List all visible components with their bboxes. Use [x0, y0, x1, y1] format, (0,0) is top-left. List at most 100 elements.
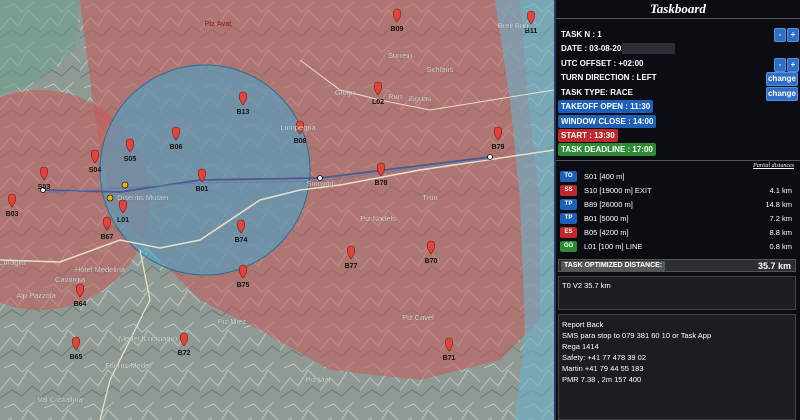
waypoint-label: S03 [38, 184, 51, 191]
divider [556, 160, 800, 161]
turn-direction: TURN DIRECTION : LEFT [561, 73, 657, 82]
turnpoint-row[interactable]: TP B89 [26000 m] 14.8 km [558, 198, 796, 211]
turnpoint-name: L01 [100 m] LINE [584, 242, 643, 251]
place-label: Val Cristallina [37, 395, 83, 404]
waypoint-label: B74 [235, 237, 248, 244]
takeoff-open-badge[interactable]: TAKEOFF OPEN : 11:30 [558, 100, 654, 113]
turnpoint-row[interactable]: TP B01 [5000 m] 7.2 km [558, 212, 796, 225]
turnpoint-name: S01 [400 m] [584, 172, 625, 181]
turnpoint-distance: 7.2 km [769, 214, 792, 223]
taskboard-panel: Taskboard TASK N : 1 - + DATE : 03-08-20… [554, 0, 800, 420]
turnpoint-row[interactable]: TO S01 [400 m] [558, 170, 796, 183]
place-label: Schlans [427, 65, 454, 74]
waypoint-label: S05 [124, 156, 137, 163]
task-number-increment-button[interactable]: + [787, 28, 799, 42]
waypoint-label: B64 [74, 301, 87, 308]
turnpoint-type-badge: GO [560, 241, 577, 252]
partial-distances-header: Partial distances [753, 163, 794, 169]
place-label: Medel (Lucmagn) [119, 334, 178, 343]
goal-line-marker[interactable] [106, 194, 114, 202]
task-type: TASK TYPE: RACE [561, 88, 633, 97]
place-label: Trun [422, 193, 437, 202]
turnpoint-row[interactable]: SS S10 [19000 m] EXIT 4.1 km [558, 184, 796, 197]
place-label: Sumvitg [306, 179, 333, 188]
waypoint-label: B77 [345, 263, 358, 270]
waypoint-label: B06 [170, 144, 183, 151]
optimized-distance-value: 35.7 km [757, 261, 791, 271]
turnpoint-type-badge: ES [560, 227, 577, 238]
optimized-distance-bar: TASK OPTIMIZED DISTANCE: 35.7 km [558, 259, 796, 272]
task-type-change-button[interactable]: change [766, 87, 798, 101]
turnpoint-type-badge: TP [560, 199, 577, 210]
place-label: Surrein [388, 51, 412, 60]
waypoint-label: B67 [101, 234, 114, 241]
task-map[interactable]: B09 B11 B13 B06 B08 L02 B79 S05 S04 S03 B01 B78 L01 B… [0, 0, 554, 420]
utc-increment-button[interactable]: + [787, 58, 799, 72]
goal-line-marker[interactable] [121, 181, 129, 189]
utc-offset: UTC OFFSET : +02:00 [561, 59, 644, 68]
turnpoint-name: B05 [4200 m] [584, 228, 629, 237]
place-label: Piz Miez [218, 317, 247, 326]
waypoint-label: B70 [425, 258, 438, 265]
place-label: Lumpegna [280, 123, 316, 132]
task-summary-textarea[interactable]: T0 V2 35.7 km [558, 276, 796, 310]
place-label: Breil Brig [498, 21, 528, 30]
turn-direction-change-button[interactable]: change [766, 72, 798, 86]
waypoint-label: S04 [89, 167, 102, 174]
turnpoint-row[interactable]: GO L01 [100 m] LINE 0.8 km [558, 240, 796, 253]
place-label: Hotel Medelina [75, 265, 126, 274]
place-label: Alp Pazzola [16, 291, 56, 300]
waypoint-label: B75 [237, 282, 250, 289]
place-label: Disentis Mustér [117, 193, 169, 202]
task-summary-text: T0 V2 35.7 km [562, 281, 611, 290]
waypoint-label: B65 [70, 354, 83, 361]
turnpoint-distance: 0.8 km [769, 242, 792, 251]
report-line: Safety: +41 77 478 39 02 [562, 353, 647, 362]
task-number-decrement-button[interactable]: - [774, 28, 786, 42]
turnpoint-name: S10 [19000 m] EXIT [584, 186, 652, 195]
report-line: PMR 7.38 , 2m 157 400 [562, 375, 642, 384]
place-label: Cavorgia [55, 275, 86, 284]
waypoint-label: L01 [117, 217, 129, 224]
turnpoint-type-badge: TO [560, 171, 577, 182]
report-line: SMS para stop to 079 381 60 10 or Task A… [562, 331, 712, 340]
panel-title: Taskboard [556, 0, 800, 19]
turnpoint-row[interactable]: ES B05 [4200 m] 8.8 km [558, 226, 796, 239]
place-label: Piz Vial [306, 375, 331, 384]
place-label: Piz Nadels [360, 214, 396, 223]
place-label: Piz Avat [205, 19, 233, 28]
map-canvas[interactable]: B09 B11B13B06B08L02B79S05S04S03 B01B78L01B… [0, 0, 554, 420]
waypoint-label: L02 [372, 99, 384, 106]
turnpoint-type-badge: TP [560, 213, 577, 224]
report-line: Rega 1414 [562, 342, 599, 351]
report-line: Report Back [562, 320, 604, 329]
task-deadline-badge[interactable]: TASK DEADLINE : 17:00 [558, 143, 656, 156]
turnpoint-distance: 4.1 km [769, 186, 792, 195]
waypoint-label: B01 [196, 186, 209, 193]
place-label: Run [388, 92, 402, 101]
waypoint-label: B78 [375, 180, 388, 187]
turnpoint-name: B89 [26000 m] [584, 200, 633, 209]
waypoint-label: B13 [237, 109, 250, 116]
waypoint-label: B03 [6, 211, 19, 218]
waypoint-label: B72 [178, 350, 191, 357]
place-label: Fuorns Medel [105, 361, 151, 370]
place-label: Piz Cavel [402, 313, 434, 322]
waypoint-label: B79 [492, 144, 505, 151]
report-notes-textarea[interactable]: Report Back SMS para stop to 079 381 60 … [558, 314, 796, 420]
task-number: TASK N : 1 [561, 30, 602, 39]
start-time-badge[interactable]: START : 13:30 [558, 129, 618, 142]
report-line: Martin +41 79 44 55 183 [562, 364, 644, 373]
route-point-turn[interactable] [487, 154, 493, 160]
window-close-badge[interactable]: WINDOW CLOSE : 14:00 [558, 115, 657, 128]
waypoint-label: B08 [294, 138, 307, 145]
turnpoint-distance: 8.8 km [769, 228, 792, 237]
turnpoint-type-badge: SS [560, 185, 577, 196]
optimized-distance-label: TASK OPTIMIZED DISTANCE: [561, 261, 666, 271]
turnpoint-distance: 14.8 km [765, 200, 792, 209]
waypoint-label: B09 [391, 26, 404, 33]
date-input[interactable] [622, 43, 675, 54]
waypoint-label: B71 [443, 355, 456, 362]
utc-decrement-button[interactable]: - [774, 58, 786, 72]
place-label: Glogn [335, 88, 355, 97]
